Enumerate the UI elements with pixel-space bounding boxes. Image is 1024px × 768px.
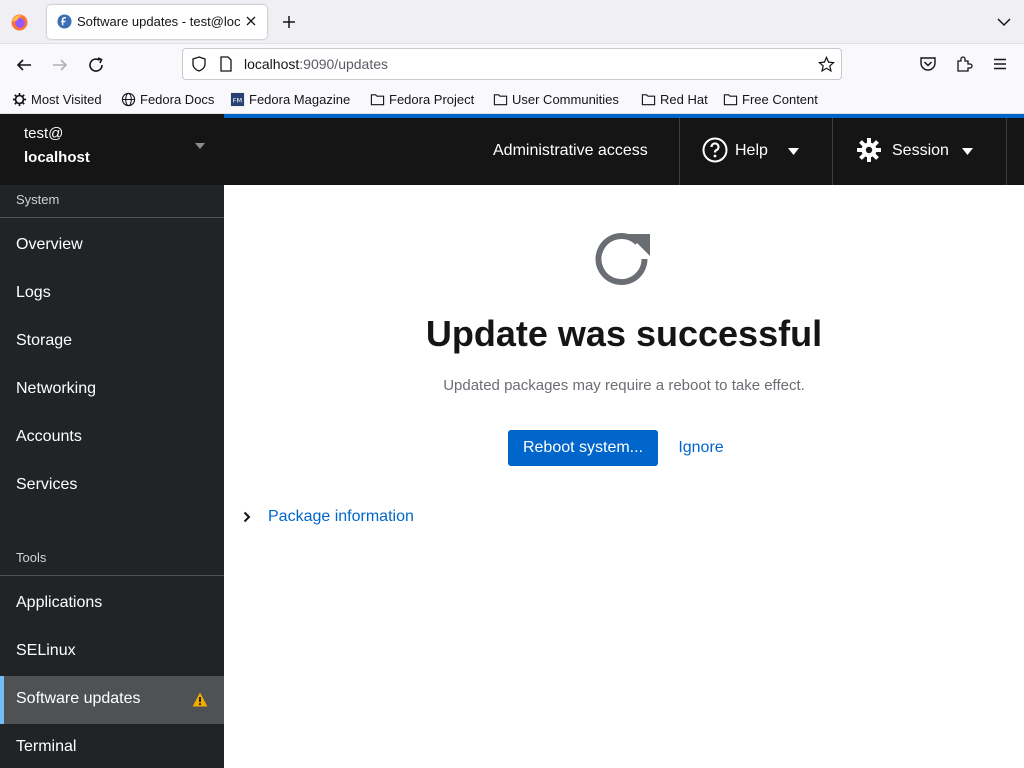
bookmark-label: Red Hat (660, 91, 708, 107)
close-icon[interactable] (243, 13, 259, 29)
gear-icon (857, 138, 881, 162)
help-menu-button[interactable]: Help (702, 136, 802, 166)
back-arrow-icon[interactable] (15, 56, 33, 74)
caret-down-icon (195, 143, 205, 149)
sidebar-item-services[interactable]: Services (0, 462, 224, 510)
sidebar-item-label: Logs (16, 284, 51, 301)
bookmark-fedora-magazine[interactable]: FM Fedora Magazine (230, 90, 350, 108)
sidebar-item-applications[interactable]: Applications (0, 580, 224, 628)
url-path: :9090/updates (299, 56, 389, 72)
bookmark-label: User Communities (512, 91, 619, 107)
bookmark-label: Fedora Magazine (249, 91, 351, 107)
bookmark-red-hat[interactable]: Red Hat (641, 90, 708, 108)
host-user: test@ (24, 125, 64, 142)
bookmarks-bar: Most Visited Fedora Docs FM Fedora Magaz… (0, 84, 1024, 114)
fedora-magazine-icon: FM (230, 92, 245, 106)
bookmark-star-icon[interactable] (818, 56, 835, 73)
page-title: Update was successful (425, 313, 823, 354)
extensions-icon[interactable] (955, 55, 973, 73)
chevron-down-icon[interactable] (996, 14, 1012, 30)
folder-icon (641, 93, 656, 105)
browser-nav-bar: localhost:9090/updates (0, 44, 1024, 84)
sidebar-item-accounts[interactable]: Accounts (0, 414, 224, 462)
sidebar-item-label: SELinux (16, 642, 76, 659)
masthead-divider (1006, 118, 1007, 185)
sidebar-item-label: Terminal (16, 738, 77, 755)
caret-down-icon (788, 148, 799, 155)
shield-icon[interactable] (191, 56, 207, 72)
url-text[interactable]: localhost:9090/updates (244, 56, 388, 72)
pocket-icon[interactable] (919, 55, 937, 73)
administrative-access-button[interactable]: Administrative access (493, 142, 648, 160)
url-bar[interactable]: localhost:9090/updates (182, 48, 842, 80)
sidebar-item-overview[interactable]: Overview (0, 222, 224, 270)
nav-section-label: System (16, 192, 60, 207)
bookmark-label: Fedora Project (389, 91, 475, 107)
chevron-right-icon (243, 511, 251, 523)
nav-section-label: Tools (16, 550, 47, 565)
sidebar-item-logs[interactable]: Logs (0, 270, 224, 318)
main-content: Update was successful Updated packages m… (224, 185, 1024, 768)
help-icon (702, 137, 728, 163)
new-tab-icon[interactable] (280, 13, 298, 31)
folder-icon (493, 93, 508, 105)
sidebar-item-selinux[interactable]: SELinux (0, 628, 224, 676)
bookmark-label: Most Visited (31, 91, 102, 107)
folder-icon (723, 93, 738, 105)
tab-title: Software updates - test@localhost (77, 14, 241, 29)
bookmark-label: Free Content (742, 91, 818, 107)
reboot-system-button[interactable]: Reboot system... (508, 430, 658, 466)
sidebar-item-label: Accounts (16, 428, 82, 445)
host-switcher[interactable]: test@ localhost (0, 114, 224, 185)
sidebar: test@ localhost System Overview Logs Sto… (0, 114, 224, 768)
firefox-icon[interactable] (11, 14, 28, 31)
session-menu-button[interactable]: Session (856, 136, 986, 166)
sidebar-item-networking[interactable]: Networking (0, 366, 224, 414)
nav-section-system: System (0, 185, 224, 218)
host-name: localhost (24, 149, 90, 166)
refresh-icon (595, 233, 650, 286)
caret-down-icon (962, 148, 973, 155)
bookmark-fedora-docs[interactable]: Fedora Docs (121, 90, 214, 108)
session-label: Session (892, 142, 949, 159)
reload-icon[interactable] (87, 56, 105, 74)
globe-icon (121, 92, 136, 106)
forward-arrow-icon[interactable] (51, 56, 69, 74)
warning-icon (192, 692, 208, 707)
masthead: Administrative access Help Session (224, 118, 1024, 185)
svg-text:FM: FM (233, 96, 243, 104)
bookmark-label: Fedora Docs (140, 91, 215, 107)
package-information-label: Package information (268, 508, 414, 525)
bookmark-free-content[interactable]: Free Content (723, 90, 818, 108)
sidebar-item-storage[interactable]: Storage (0, 318, 224, 366)
browser-tab-bar: Software updates - test@localhost (0, 0, 1024, 44)
sidebar-item-software-updates[interactable]: Software updates (0, 676, 224, 724)
browser-tab[interactable]: Software updates - test@localhost (47, 5, 267, 39)
masthead-divider (679, 118, 680, 185)
help-label: Help (735, 142, 768, 159)
masthead-divider (832, 118, 833, 185)
sidebar-item-label: Software updates (16, 690, 141, 707)
sidebar-item-label: Applications (16, 594, 103, 611)
ignore-button[interactable]: Ignore (666, 430, 736, 466)
fedora-favicon-icon (57, 14, 72, 29)
sidebar-item-terminal[interactable]: Terminal (0, 724, 224, 768)
page-icon[interactable] (219, 56, 233, 72)
sidebar-item-label: Services (16, 476, 78, 493)
sidebar-item-label: Storage (16, 332, 73, 349)
sidebar-item-label: Networking (16, 380, 97, 397)
hamburger-menu-icon[interactable] (991, 55, 1009, 73)
nav-section-tools: Tools (0, 543, 224, 576)
folder-icon (370, 93, 385, 105)
bookmark-user-communities[interactable]: User Communities (493, 90, 619, 108)
bookmark-most-visited[interactable]: Most Visited (12, 90, 102, 108)
url-host: localhost (244, 56, 300, 72)
active-indicator (0, 676, 4, 724)
gear-icon (12, 92, 27, 106)
sidebar-item-label: Overview (16, 236, 83, 253)
package-information-toggle[interactable]: Package information (242, 506, 414, 528)
bookmark-fedora-project[interactable]: Fedora Project (370, 90, 474, 108)
page-description: Updated packages may require a reboot to… (443, 377, 805, 394)
